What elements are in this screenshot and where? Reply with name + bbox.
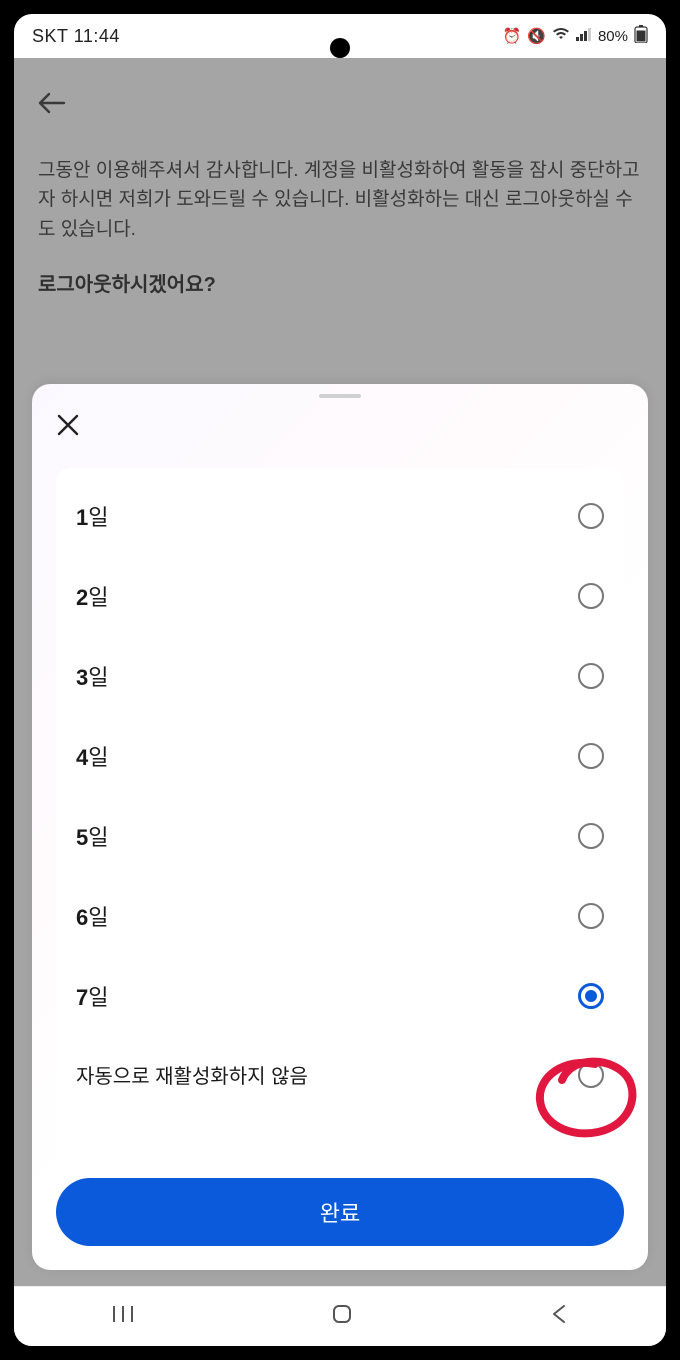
radio-icon (578, 583, 604, 609)
radio-icon (578, 663, 604, 689)
close-icon[interactable] (56, 412, 88, 444)
option-no-reactivate[interactable]: 자동으로 재활성화하지 않음 (76, 1036, 604, 1113)
radio-icon (578, 1062, 604, 1088)
done-button[interactable]: 완료 (56, 1178, 624, 1246)
option-label: 5일 (76, 820, 108, 852)
radio-icon (578, 503, 604, 529)
back-icon[interactable] (550, 1302, 568, 1332)
camera-hole (330, 38, 350, 58)
option-4day[interactable]: 4일 (76, 716, 604, 796)
radio-icon (578, 823, 604, 849)
radio-icon-selected (578, 983, 604, 1009)
carrier-label: SKT (32, 26, 68, 46)
option-label: 2일 (76, 580, 108, 612)
phone-side-button (672, 500, 680, 630)
android-nav-bar (14, 1286, 666, 1346)
option-1day[interactable]: 1일 (76, 476, 604, 556)
time-label: 11:44 (74, 26, 120, 46)
radio-icon (578, 743, 604, 769)
option-label: 7일 (76, 980, 108, 1012)
battery-icon (634, 25, 648, 47)
status-carrier-time: SKT 11:44 (32, 26, 120, 47)
option-label: 6일 (76, 900, 108, 932)
option-label: 4일 (76, 740, 108, 772)
option-label: 3일 (76, 660, 108, 692)
option-label: 자동으로 재활성화하지 않음 (76, 1060, 308, 1089)
sheet-drag-handle[interactable] (319, 394, 361, 398)
option-5day[interactable]: 5일 (76, 796, 604, 876)
radio-icon (578, 903, 604, 929)
alarm-icon: ⏰ (503, 27, 522, 45)
options-list: 1일 2일 3일 4일 5일 (56, 468, 624, 1160)
recents-icon[interactable] (112, 1304, 134, 1330)
battery-text: 80% (598, 28, 628, 45)
mute-icon: 🔇 (527, 27, 546, 45)
option-2day[interactable]: 2일 (76, 556, 604, 636)
option-7day[interactable]: 7일 (76, 956, 604, 1036)
option-3day[interactable]: 3일 (76, 636, 604, 716)
wifi-icon (552, 27, 570, 45)
option-6day[interactable]: 6일 (76, 876, 604, 956)
phone-frame: SKT 11:44 ⏰ 🔇 80% 그동안 이용해주셔서 감사합니다. 계정을 … (8, 8, 672, 1352)
phone-side-button-small (672, 220, 680, 260)
sheet-card: 1일 2일 3일 4일 5일 (32, 384, 648, 1270)
status-right: ⏰ 🔇 80% (503, 25, 648, 47)
bottom-sheet: 1일 2일 3일 4일 5일 (32, 384, 648, 1270)
done-button-label: 완료 (320, 1201, 360, 1226)
option-label: 1일 (76, 500, 108, 532)
home-icon[interactable] (330, 1302, 354, 1332)
signal-icon (576, 27, 592, 45)
